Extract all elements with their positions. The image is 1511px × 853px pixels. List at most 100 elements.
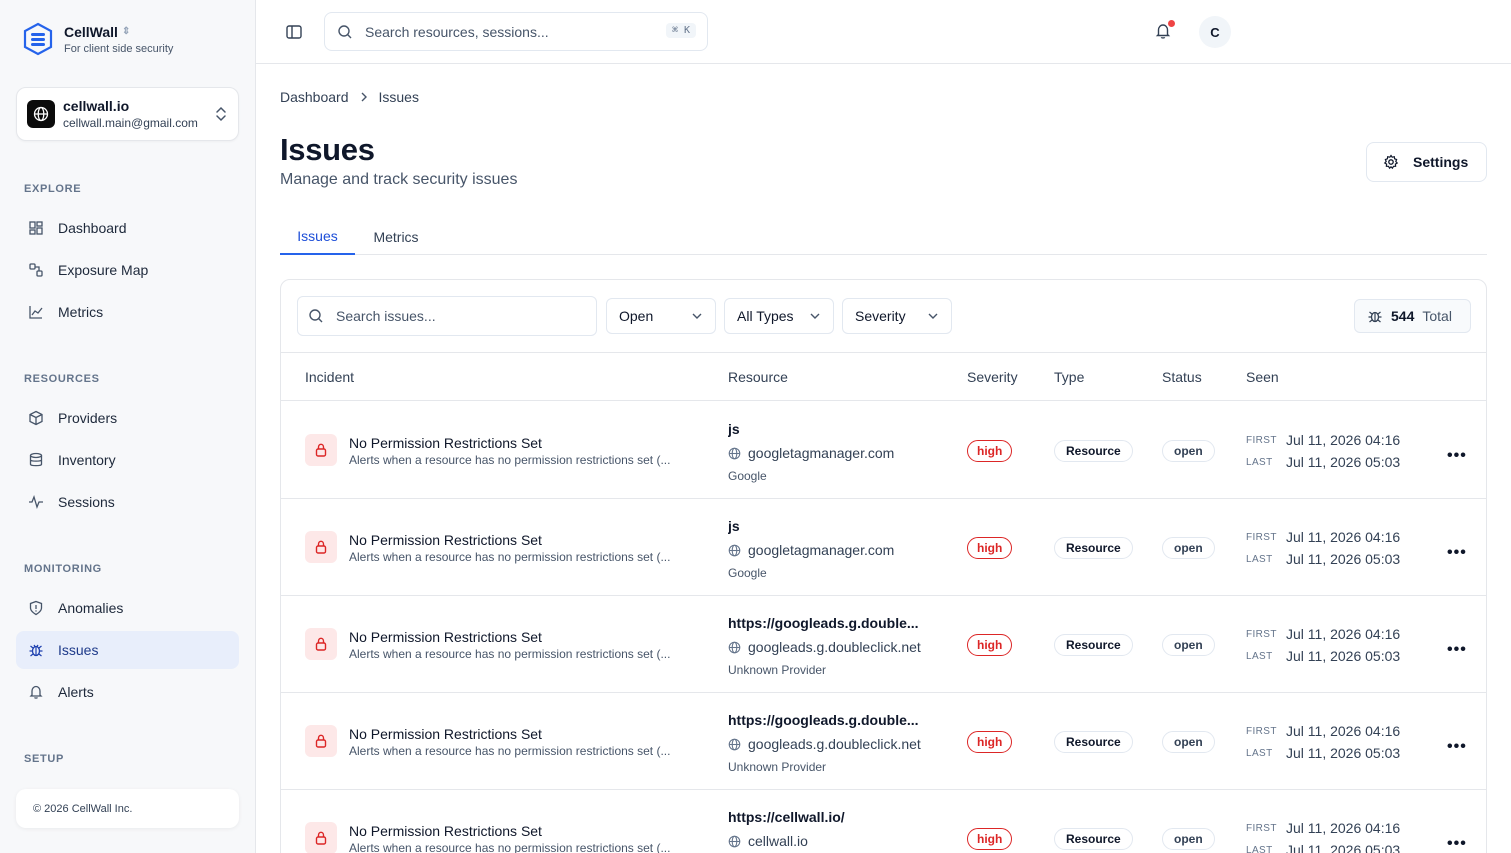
page-title: Issues xyxy=(280,132,375,167)
incident-description: Alerts when a resource has no permission… xyxy=(349,550,671,564)
table-row[interactable]: No Permission Restrictions Set Alerts whe… xyxy=(281,790,1486,853)
row-menu-icon[interactable]: ••• xyxy=(1447,447,1467,465)
column-header-resource: Resource xyxy=(728,369,788,385)
row-menu-icon[interactable]: ••• xyxy=(1447,738,1467,756)
type-filter-dropdown[interactable]: All Types xyxy=(724,298,834,334)
sidebar-item-issues[interactable]: Issues xyxy=(16,631,239,669)
incident-icon xyxy=(305,434,337,466)
section-label-resources: RESOURCES xyxy=(24,373,100,385)
lock-icon xyxy=(315,443,327,457)
sidebar-item-inventory[interactable]: Inventory xyxy=(16,441,239,479)
incident-title[interactable]: No Permission Restrictions Set xyxy=(349,823,542,839)
resource-host-text: googleads.g.doubleclick.net xyxy=(748,736,921,752)
resource-provider: Google xyxy=(728,566,767,580)
chart-icon xyxy=(29,306,43,319)
database-icon xyxy=(29,452,43,467)
settings-button[interactable]: Settings xyxy=(1366,142,1487,182)
row-menu-icon[interactable]: ••• xyxy=(1447,641,1467,659)
global-search-placeholder: Search resources, sessions... xyxy=(365,23,549,40)
sidebar-toggle-icon[interactable] xyxy=(285,23,303,41)
first-seen-value: Jul 11, 2026 04:16 xyxy=(1286,820,1401,836)
status-badge: open xyxy=(1162,634,1215,656)
resource-host: googleads.g.doubleclick.net xyxy=(728,736,921,752)
bug-icon xyxy=(1368,311,1382,323)
total-count: 544 xyxy=(1391,308,1415,324)
last-seen-value: Jul 11, 2026 05:03 xyxy=(1286,648,1401,664)
sidebar-item-metrics[interactable]: Metrics xyxy=(16,293,239,331)
last-seen-value: Jul 11, 2026 05:03 xyxy=(1286,454,1401,470)
first-seen-label: FIRST xyxy=(1246,823,1277,834)
severity-filter-dropdown[interactable]: Severity xyxy=(842,298,952,334)
issue-search-placeholder: Search issues... xyxy=(336,308,436,324)
total-label: Total xyxy=(1422,308,1452,324)
status-badge: open xyxy=(1162,440,1215,462)
bug-icon xyxy=(29,644,43,657)
table-row[interactable]: No Permission Restrictions Set Alerts whe… xyxy=(281,693,1486,790)
resource-provider: Unknown Provider xyxy=(728,760,827,774)
status-badge: open xyxy=(1162,731,1215,753)
sidebar-item-anomalies[interactable]: Anomalies xyxy=(16,589,239,627)
globe-icon xyxy=(728,738,741,750)
resource-name[interactable]: js xyxy=(728,518,938,534)
incident-title[interactable]: No Permission Restrictions Set xyxy=(349,532,542,548)
first-seen-value: Jul 11, 2026 04:16 xyxy=(1286,529,1401,545)
resource-name[interactable]: https://cellwall.io/ xyxy=(728,809,938,825)
tab-issues[interactable]: Issues xyxy=(280,218,355,255)
breadcrumb-dashboard[interactable]: Dashboard xyxy=(280,89,349,105)
lock-icon xyxy=(315,734,327,748)
total-count-badge: 544 Total xyxy=(1354,299,1471,333)
sidebar-item-label: Providers xyxy=(58,410,118,426)
breadcrumb: Dashboard Issues xyxy=(280,89,419,105)
sidebar-item-label: Metrics xyxy=(58,304,104,320)
sidebar-item-exposure-map[interactable]: Exposure Map xyxy=(16,251,239,289)
global-search[interactable]: Search resources, sessions... ⌘ K xyxy=(324,12,708,51)
org-email: cellwall.main@gmail.com xyxy=(63,116,198,130)
status-filter-dropdown[interactable]: Open xyxy=(606,298,716,334)
type-filter-value: All Types xyxy=(737,308,794,324)
incident-title[interactable]: No Permission Restrictions Set xyxy=(349,629,542,645)
table-row[interactable]: No Permission Restrictions Set Alerts whe… xyxy=(281,596,1486,693)
org-switcher[interactable]: cellwall.io cellwall.main@gmail.com xyxy=(16,87,239,141)
sidebar-item-dashboard[interactable]: Dashboard xyxy=(16,209,239,247)
breadcrumb-current: Issues xyxy=(378,89,419,105)
last-seen-label: LAST xyxy=(1246,554,1273,565)
globe-icon xyxy=(728,447,741,459)
incident-description: Alerts when a resource has no permission… xyxy=(349,647,671,661)
first-seen-value: Jul 11, 2026 04:16 xyxy=(1286,723,1401,739)
resource-host: googletagmanager.com xyxy=(728,445,894,461)
brand[interactable]: CellWall ⇕ For client side security xyxy=(22,22,173,56)
incident-icon xyxy=(305,531,337,563)
brand-name: CellWall xyxy=(64,23,118,40)
resource-name[interactable]: js xyxy=(728,421,938,437)
sidebar-item-label: Anomalies xyxy=(58,600,124,616)
type-badge: Resource xyxy=(1054,440,1133,462)
avatar[interactable]: C xyxy=(1199,16,1231,48)
type-badge: Resource xyxy=(1054,537,1133,559)
sidebar-item-alerts[interactable]: Alerts xyxy=(16,673,239,711)
resource-name[interactable]: https://googleads.g.double... xyxy=(728,615,938,631)
chevron-updown-icon: ⇕ xyxy=(121,26,131,37)
incident-title[interactable]: No Permission Restrictions Set xyxy=(349,726,542,742)
settings-label: Settings xyxy=(1413,154,1469,170)
lock-icon xyxy=(315,831,327,845)
issue-search-input[interactable]: Search issues... xyxy=(297,296,597,336)
dashboard-icon xyxy=(29,221,43,235)
globe-icon xyxy=(728,544,741,556)
status-badge: open xyxy=(1162,828,1215,850)
resource-host-text: googletagmanager.com xyxy=(748,542,895,558)
sidebar-item-sessions[interactable]: Sessions xyxy=(16,483,239,521)
incident-icon xyxy=(305,725,337,757)
table-row[interactable]: No Permission Restrictions Set Alerts whe… xyxy=(281,499,1486,596)
incident-title[interactable]: No Permission Restrictions Set xyxy=(349,435,542,451)
brand-tagline: For client side security xyxy=(64,42,174,55)
column-header-incident: Incident xyxy=(305,369,355,385)
table-row[interactable]: No Permission Restrictions Set Alerts whe… xyxy=(281,402,1486,499)
row-menu-icon[interactable]: ••• xyxy=(1447,544,1467,562)
severity-badge: high xyxy=(967,537,1013,559)
sidebar-item-providers[interactable]: Providers xyxy=(16,399,239,437)
tab-metrics[interactable]: Metrics xyxy=(359,218,433,255)
row-menu-icon[interactable]: ••• xyxy=(1447,835,1467,853)
globe-icon xyxy=(728,641,741,653)
chevron-right-icon xyxy=(361,92,367,102)
resource-name[interactable]: https://googleads.g.double... xyxy=(728,712,938,728)
